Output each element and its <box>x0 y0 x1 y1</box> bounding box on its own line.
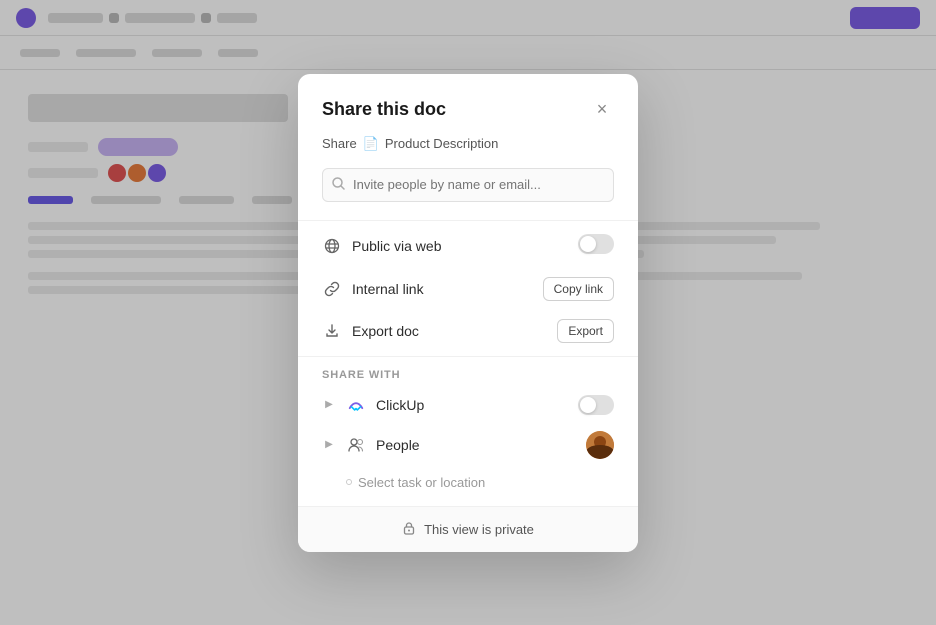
subtitle-doc-name: Product Description <box>385 136 498 151</box>
export-wrap: Export <box>557 319 614 343</box>
share-with-section: SHARE WITH ▶ ClickUp <box>322 357 614 498</box>
clickup-share-row: ▶ ClickUp <box>322 387 614 423</box>
export-doc-row: Export doc Export <box>322 310 614 352</box>
share-options-list: Public via web Internal link <box>322 221 614 356</box>
bullet-dot <box>346 479 352 485</box>
export-doc-label: Export doc <box>352 323 547 339</box>
subtitle-prefix: Share <box>322 136 357 151</box>
clickup-expand-chevron[interactable]: ▶ <box>322 398 336 412</box>
clickup-icon <box>346 395 366 415</box>
modal-subtitle: Share 📄 Product Description <box>322 136 614 152</box>
globe-icon <box>322 236 342 256</box>
people-share-row: ▶ People <box>322 423 614 467</box>
internal-link-label: Internal link <box>352 281 533 297</box>
share-modal: Share this doc × Share 📄 Product Descrip… <box>298 74 638 552</box>
modal-title: Share this doc <box>322 99 446 120</box>
link-icon <box>322 279 342 299</box>
private-label: This view is private <box>424 522 534 537</box>
select-task-row[interactable]: Select task or location <box>322 467 614 498</box>
share-with-label: SHARE WITH <box>322 369 614 381</box>
select-task-label: Select task or location <box>358 475 485 490</box>
people-icon <box>346 435 366 455</box>
export-button[interactable]: Export <box>557 319 614 343</box>
invite-search-input[interactable] <box>322 168 614 202</box>
close-button[interactable]: × <box>590 98 614 122</box>
modal-footer: This view is private <box>298 506 638 552</box>
public-via-web-toggle-wrap <box>578 234 614 259</box>
public-via-web-row: Public via web <box>322 225 614 268</box>
internal-link-row: Internal link Copy link <box>322 268 614 310</box>
people-expand-chevron[interactable]: ▶ <box>322 438 336 452</box>
user-avatar <box>586 431 614 459</box>
clickup-name: ClickUp <box>376 397 568 413</box>
invite-search-wrap <box>322 168 614 202</box>
modal-overlay: Share this doc × Share 📄 Product Descrip… <box>0 0 936 625</box>
public-via-web-toggle[interactable] <box>578 234 614 254</box>
public-via-web-label: Public via web <box>352 238 568 254</box>
search-icon <box>332 177 345 193</box>
clickup-toggle[interactable] <box>578 395 614 415</box>
lock-icon <box>402 521 416 538</box>
copy-link-button[interactable]: Copy link <box>543 277 614 301</box>
doc-icon: 📄 <box>363 136 379 152</box>
copy-link-wrap: Copy link <box>543 277 614 301</box>
export-icon <box>322 321 342 341</box>
people-name: People <box>376 437 576 453</box>
